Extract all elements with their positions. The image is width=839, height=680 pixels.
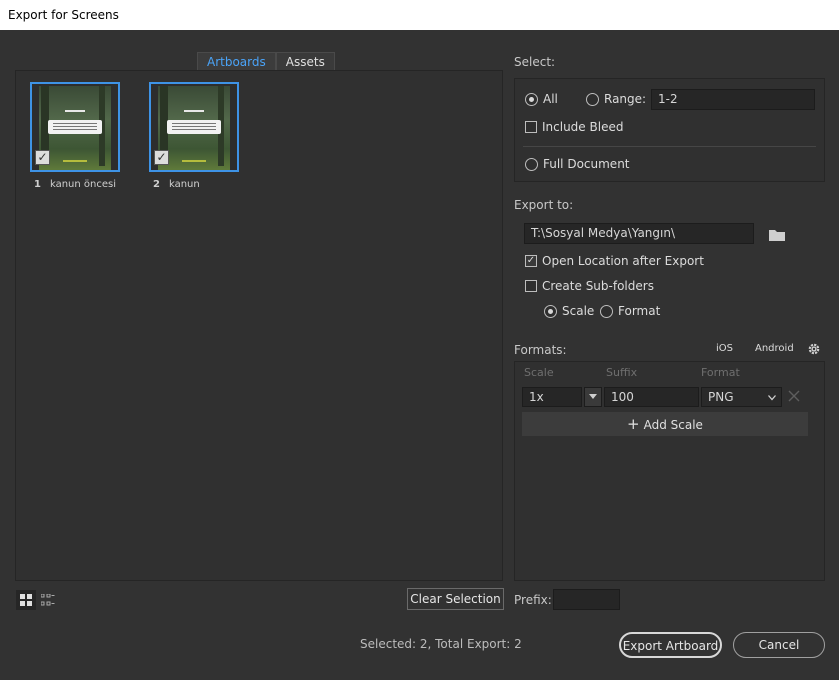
range-label: Range: — [604, 92, 647, 106]
formats-label: Formats: — [514, 343, 567, 357]
include-bleed-option[interactable]: Include Bleed — [525, 120, 623, 134]
grid-view-button[interactable] — [16, 590, 36, 610]
selection-status: Selected: 2, Total Export: 2 — [360, 637, 522, 651]
export-artboard-button[interactable]: Export Artboard — [619, 632, 722, 658]
artboard-name: kanun öncesi — [49, 179, 116, 190]
list-view-button[interactable] — [38, 590, 58, 610]
subfolder-scale-option[interactable]: Scale — [544, 304, 594, 318]
all-radio[interactable] — [525, 92, 538, 106]
add-scale-button[interactable]: + Add Scale — [522, 412, 808, 436]
remove-scale-icon[interactable] — [788, 390, 800, 402]
include-bleed-checkbox[interactable] — [525, 121, 537, 133]
cancel-button[interactable]: Cancel — [733, 632, 825, 658]
all-label: All — [543, 92, 558, 106]
gear-icon[interactable] — [807, 342, 821, 356]
col-header-suffix: Suffix — [606, 366, 638, 379]
artboard-thumbnail-2[interactable]: ✓ — [149, 82, 239, 172]
android-preset-button[interactable]: Android — [755, 343, 794, 354]
folder-icon[interactable] — [768, 227, 786, 243]
col-header-format: Format — [701, 366, 740, 379]
clear-selection-button[interactable]: Clear Selection — [407, 588, 504, 610]
range-radio[interactable] — [586, 92, 599, 106]
create-subfolders-option[interactable]: Create Sub-folders — [525, 279, 654, 293]
open-location-option[interactable]: ✓ Open Location after Export — [525, 254, 704, 268]
range-input[interactable]: 1-2 — [651, 89, 815, 110]
prefix-label: Prefix: — [514, 593, 552, 607]
select-section-label: Select: — [514, 55, 556, 69]
suffix-input[interactable]: 100 — [604, 387, 699, 407]
subfolder-scale-label: Scale — [562, 304, 595, 318]
plus-icon: + — [627, 415, 640, 433]
prefix-input[interactable] — [553, 589, 620, 610]
format-select[interactable]: PNG — [701, 387, 782, 407]
artboard-label-2: 2 kanun — [153, 179, 200, 190]
select-divider — [523, 146, 816, 147]
col-header-scale: Scale — [524, 366, 554, 379]
include-bleed-label: Include Bleed — [542, 120, 624, 134]
grid-icon — [20, 594, 32, 606]
artboard-number: 2 — [153, 179, 160, 190]
tab-artboards[interactable]: Artboards — [197, 52, 276, 72]
artboard-label-1: 1 kanun öncesi — [34, 179, 116, 190]
format-select-value: PNG — [708, 390, 734, 404]
subfolder-scale-radio[interactable] — [544, 304, 557, 318]
artboard-checkbox-1[interactable]: ✓ — [35, 150, 50, 165]
create-subfolders-label: Create Sub-folders — [542, 279, 654, 293]
subfolder-format-radio[interactable] — [600, 304, 613, 318]
export-to-label: Export to: — [514, 198, 574, 212]
full-document-radio[interactable] — [525, 157, 538, 171]
chevron-down-icon — [768, 395, 776, 401]
full-document-option[interactable]: Full Document — [525, 157, 630, 171]
scale-input[interactable]: 1x — [522, 387, 582, 407]
open-location-label: Open Location after Export — [542, 254, 704, 268]
subfolder-format-label: Format — [618, 304, 661, 318]
artboard-number: 1 — [34, 179, 41, 190]
artboard-thumbnail-1[interactable]: ✓ — [30, 82, 120, 172]
artboard-name: kanun — [168, 179, 200, 190]
export-path-input[interactable]: T:\Sosyal Medya\Yangın\ — [524, 223, 754, 244]
add-scale-label: Add Scale — [643, 418, 703, 432]
select-range-option[interactable]: Range: — [586, 92, 646, 106]
window-title-bar: Export for Screens — [0, 0, 839, 30]
scale-dropdown-button[interactable] — [584, 387, 602, 407]
open-location-checkbox[interactable]: ✓ — [525, 255, 537, 267]
artboard-checkbox-2[interactable]: ✓ — [154, 150, 169, 165]
subfolder-format-option[interactable]: Format — [600, 304, 660, 318]
tab-assets[interactable]: Assets — [275, 52, 335, 72]
create-subfolders-checkbox[interactable] — [525, 280, 537, 292]
full-document-label: Full Document — [543, 157, 630, 171]
view-tabs: Artboards Assets — [197, 52, 335, 72]
window-title: Export for Screens — [8, 8, 119, 22]
select-all-option[interactable]: All — [525, 92, 558, 106]
chevron-down-icon — [589, 394, 597, 399]
list-icon — [41, 594, 55, 606]
ios-preset-button[interactable]: iOS — [716, 343, 733, 354]
